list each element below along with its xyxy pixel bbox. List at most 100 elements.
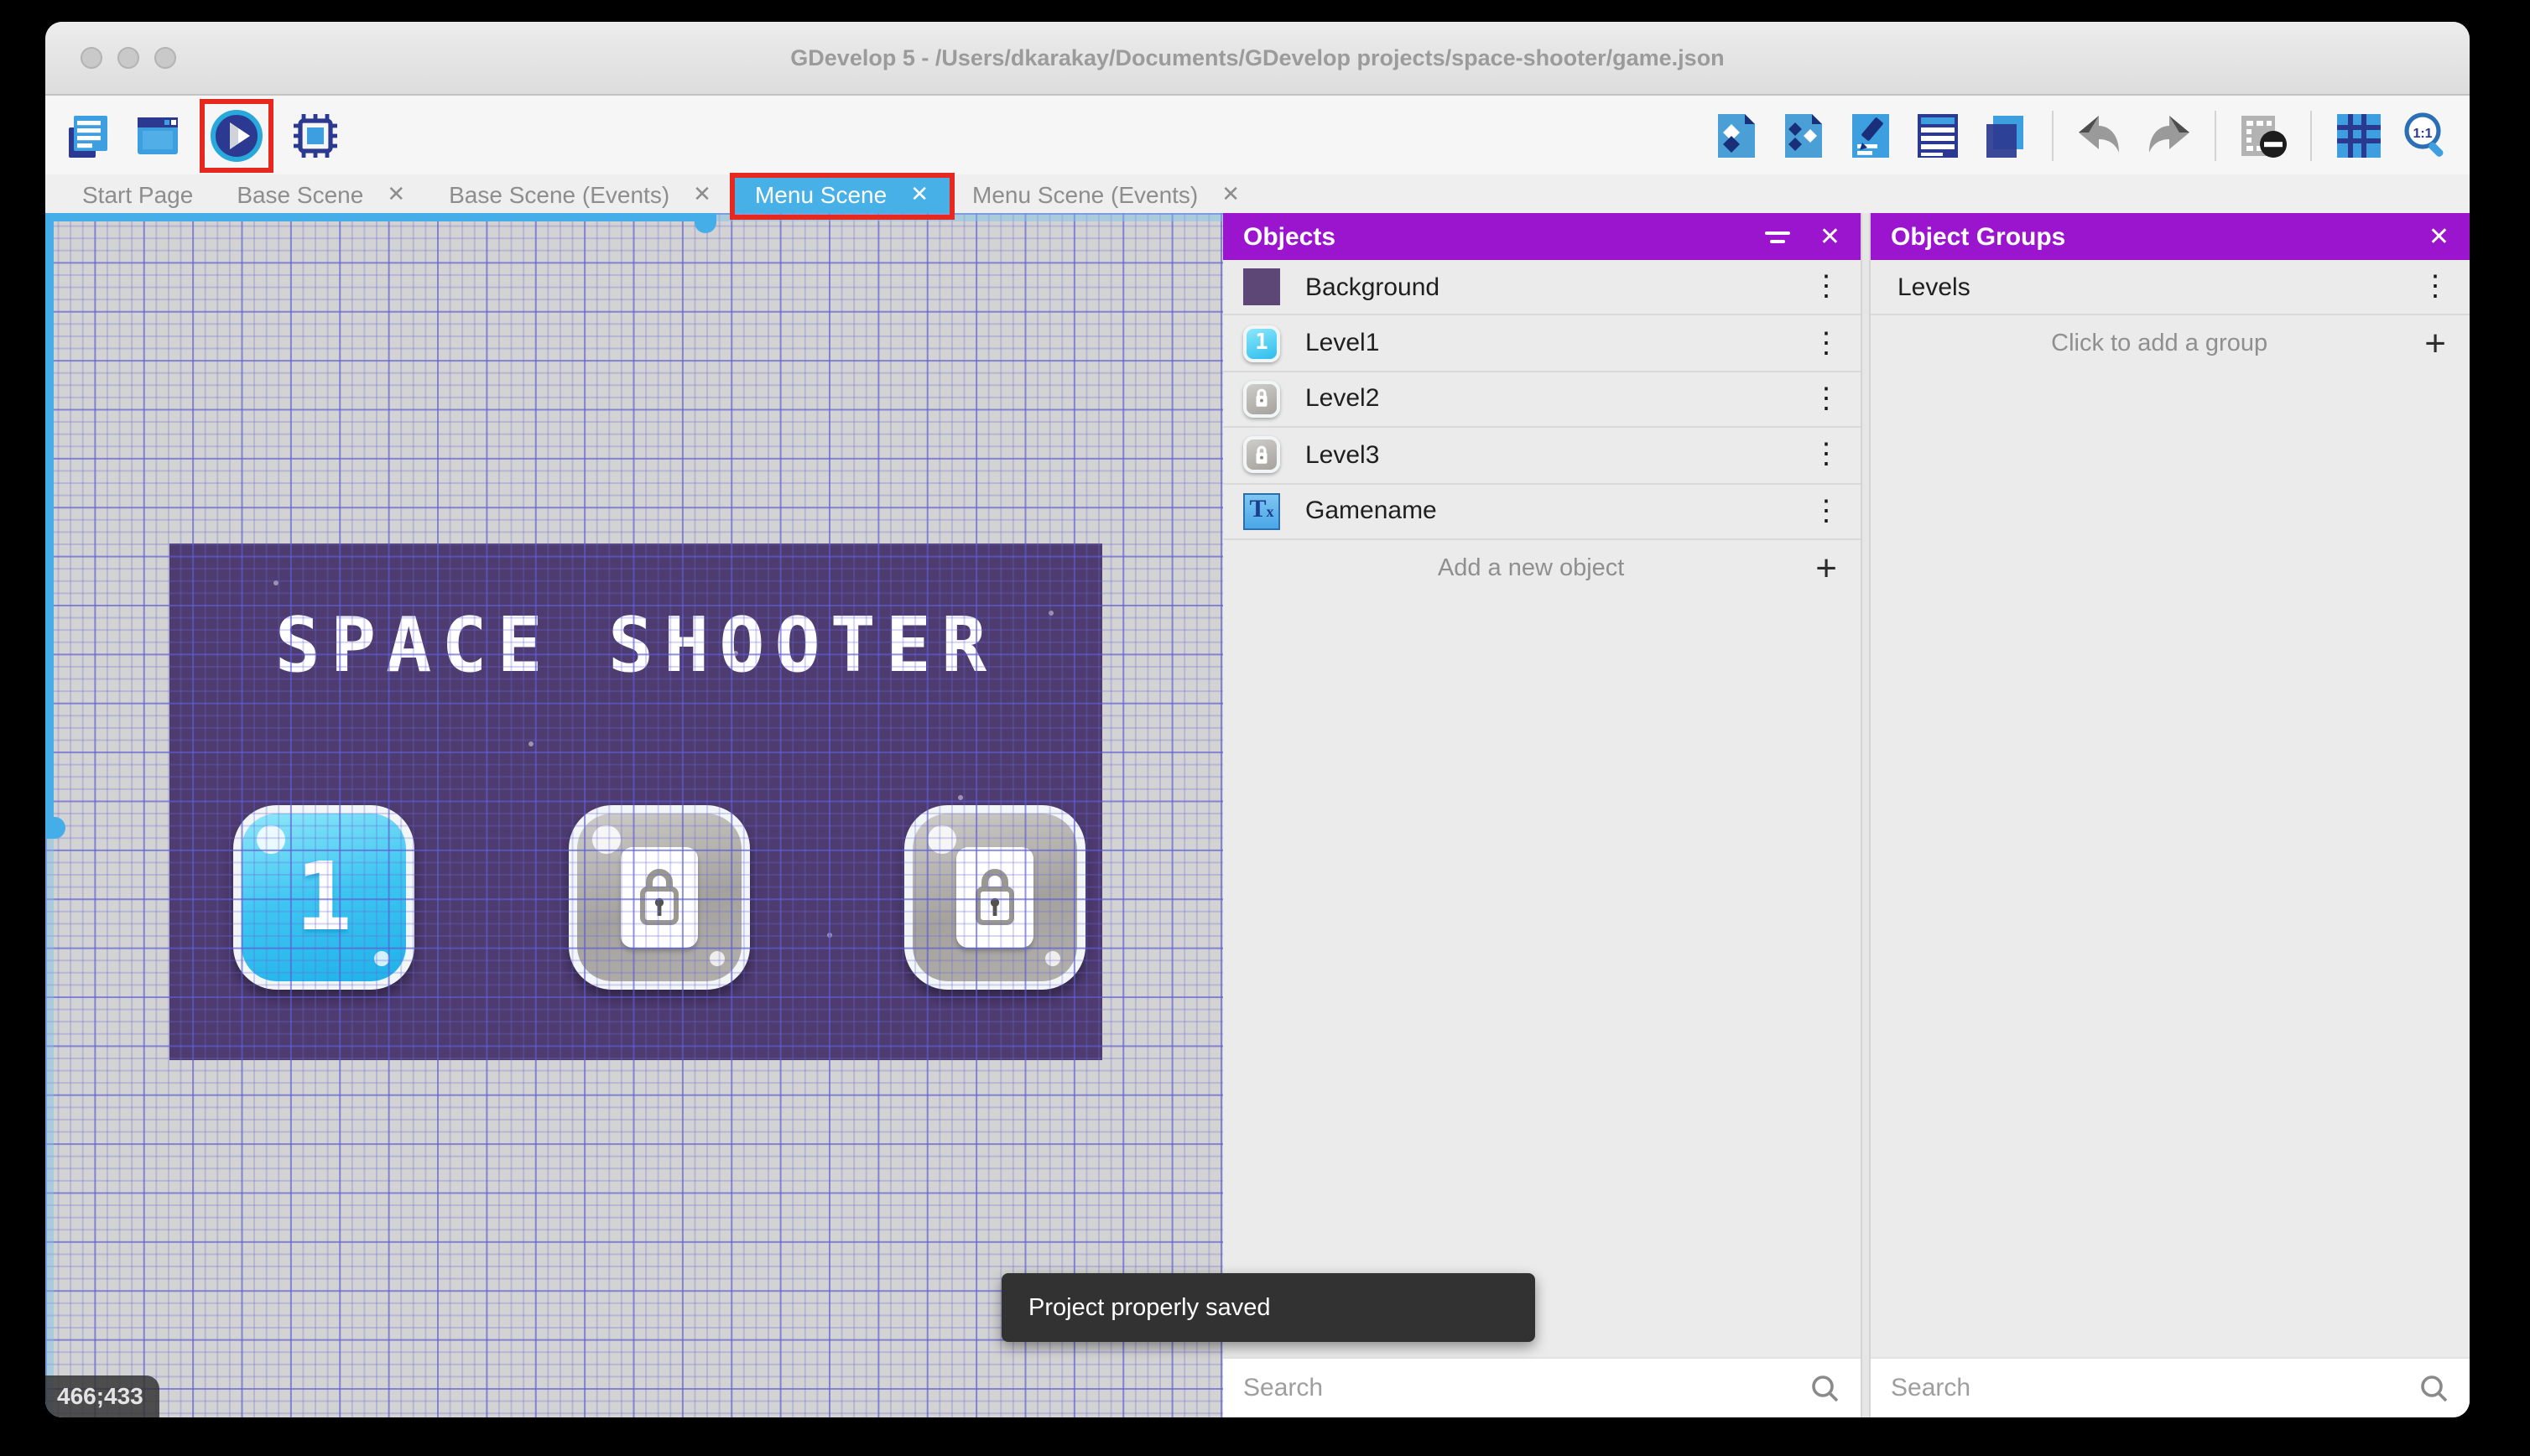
properties-icon[interactable] [1844, 108, 1898, 162]
grid-icon[interactable] [2332, 108, 2386, 162]
object-row-gamename[interactable]: Tx Gamename ⋮ [1223, 484, 1861, 540]
objects-panel-empty-space [1223, 596, 1861, 1357]
horizontal-scrollbar-marker[interactable] [695, 213, 716, 233]
undo-icon[interactable] [2074, 108, 2127, 162]
tab-label: Base Scene [237, 180, 364, 207]
cursor-coordinates-badge: 466;433 [45, 1375, 160, 1417]
add-object-row[interactable]: Add a new object + [1223, 540, 1861, 596]
locked-button-thumbnail [1243, 436, 1280, 474]
level1-button-thumbnail: 1 [1243, 325, 1280, 362]
locked-button-thumbnail [1243, 380, 1280, 418]
titlebar: GDevelop 5 - /Users/dkarakay/Documents/G… [45, 22, 2470, 96]
search-icon[interactable] [1810, 1373, 1840, 1403]
tab-close-icon[interactable]: ✕ [1221, 180, 1240, 207]
toolbar-separator [2215, 110, 2216, 160]
close-window-button[interactable] [81, 47, 102, 69]
tab-start-page[interactable]: Start Page [60, 174, 215, 213]
more-options-icon[interactable]: ⋮ [2421, 270, 2449, 304]
preview-play-icon[interactable] [210, 108, 263, 162]
tab-close-icon[interactable]: ✕ [910, 180, 929, 207]
search-icon[interactable] [2419, 1373, 2449, 1403]
level1-button-instance[interactable]: 1 [233, 805, 414, 990]
gamename-text-instance[interactable]: SPACE SHOOTER [169, 601, 1102, 689]
svg-text:1:1: 1:1 [2413, 126, 2432, 140]
group-row-levels[interactable]: Levels ⋮ [1871, 260, 2470, 316]
tab-close-icon[interactable]: ✕ [387, 180, 405, 207]
object-row-level3[interactable]: Level3 ⋮ [1223, 428, 1861, 485]
layers-icon[interactable] [1978, 108, 2032, 162]
gdevelop-window: GDevelop 5 - /Users/dkarakay/Documents/G… [45, 22, 2470, 1417]
zoom-window-button[interactable] [154, 47, 176, 69]
object-groups-panel: Object Groups ✕ Levels ⋮ Click to add a … [1871, 213, 2470, 1417]
open-window-icon[interactable] [131, 108, 185, 162]
object-groups-panel-title: Object Groups [1891, 222, 2066, 251]
objects-panel-header: Objects ✕ [1223, 213, 1861, 260]
text-object-thumbnail: Tx [1243, 492, 1280, 530]
object-row-background[interactable]: Background ⋮ [1223, 260, 1861, 316]
close-object-groups-panel-icon[interactable]: ✕ [2428, 224, 2449, 249]
more-options-icon[interactable]: ⋮ [1812, 326, 1840, 360]
zoom-original-icon[interactable]: 1:1 [2399, 108, 2453, 162]
object-groups-editor-icon[interactable] [1777, 108, 1830, 162]
more-options-icon[interactable]: ⋮ [1812, 439, 1840, 472]
objects-panel: Objects ✕ Background ⋮ 1 Level1 ⋮ Level2… [1223, 213, 1861, 1417]
close-objects-panel-icon[interactable]: ✕ [1819, 224, 1840, 249]
screenshot-stage: GDevelop 5 - /Users/dkarakay/Documents/G… [0, 0, 2530, 1456]
tab-base-scene-events[interactable]: Base Scene (Events) ✕ [427, 174, 733, 213]
more-options-icon[interactable]: ⋮ [1812, 382, 1840, 416]
traffic-lights [81, 47, 176, 69]
add-object-plus-icon[interactable]: + [1815, 549, 1837, 586]
add-group-row[interactable]: Click to add a group + [1871, 316, 2470, 372]
object-row-level2[interactable]: Level2 ⋮ [1223, 372, 1861, 429]
toolbar-right-group: 1:1 [1710, 108, 2453, 162]
debug-icon[interactable] [289, 108, 342, 162]
objects-search-input[interactable] [1243, 1374, 1810, 1402]
tab-menu-scene-events[interactable]: Menu Scene (Events) ✕ [950, 174, 1262, 213]
horizontal-scrollbar[interactable] [45, 213, 1223, 233]
objects-panel-title: Objects [1243, 222, 1336, 251]
object-row-level1[interactable]: 1 Level1 ⋮ [1223, 315, 1861, 372]
lock-icon [956, 847, 1033, 948]
toolbar-separator [2310, 110, 2312, 160]
object-groups-panel-header: Object Groups ✕ [1871, 213, 2470, 260]
save-toast: Project properly saved [1002, 1273, 1535, 1342]
background-thumbnail [1243, 268, 1280, 306]
toolbar-left-group [62, 98, 342, 172]
vertical-scrollbar[interactable] [45, 213, 65, 1417]
main-area: SPACE SHOOTER 1 466;433 Objects ✕ Backgr… [45, 213, 2470, 1417]
toggle-instances-mask-icon[interactable] [2236, 108, 2290, 162]
horizontal-scrollbar-thumb[interactable] [45, 213, 713, 221]
level1-number: 1 [295, 843, 352, 952]
objects-editor-icon[interactable] [1710, 108, 1763, 162]
tab-label: Base Scene (Events) [449, 180, 670, 207]
scene-background-instance[interactable]: SPACE SHOOTER 1 [169, 543, 1102, 1060]
tab-menu-scene[interactable]: Menu Scene ✕ [729, 173, 954, 220]
minimize-window-button[interactable] [117, 47, 139, 69]
groups-search-input[interactable] [1891, 1374, 2419, 1402]
annotation-box-play [200, 98, 273, 172]
vertical-scrollbar-marker[interactable] [45, 817, 65, 839]
toolbar-separator [2052, 110, 2054, 160]
tab-label: Menu Scene [754, 180, 888, 207]
vertical-scrollbar-thumb[interactable] [45, 213, 54, 839]
toolbar: 1:1 [45, 96, 2470, 174]
more-options-icon[interactable]: ⋮ [1812, 270, 1840, 304]
tab-bar: Start Page Base Scene ✕ Base Scene (Even… [45, 173, 2470, 220]
objects-search-bar [1223, 1357, 1861, 1417]
object-groups-panel-empty-space [1871, 372, 2470, 1357]
add-group-plus-icon[interactable]: + [2424, 325, 2446, 362]
lock-icon [621, 847, 698, 948]
more-options-icon[interactable]: ⋮ [1812, 495, 1840, 528]
tab-label: Menu Scene (Events) [972, 180, 1199, 207]
scene-editor-canvas[interactable]: SPACE SHOOTER 1 466;433 [45, 213, 1223, 1417]
redo-icon[interactable] [2141, 108, 2194, 162]
level2-button-instance[interactable] [569, 805, 750, 990]
filter-icon[interactable] [1765, 231, 1791, 242]
instances-list-icon[interactable] [1911, 108, 1965, 162]
project-manager-icon[interactable] [62, 108, 116, 162]
tab-base-scene[interactable]: Base Scene ✕ [215, 174, 427, 213]
tab-close-icon[interactable]: ✕ [693, 180, 711, 207]
panel-resize-divider[interactable] [1861, 213, 1871, 1417]
level3-button-instance[interactable] [904, 805, 1085, 990]
tab-label: Start Page [82, 180, 194, 207]
